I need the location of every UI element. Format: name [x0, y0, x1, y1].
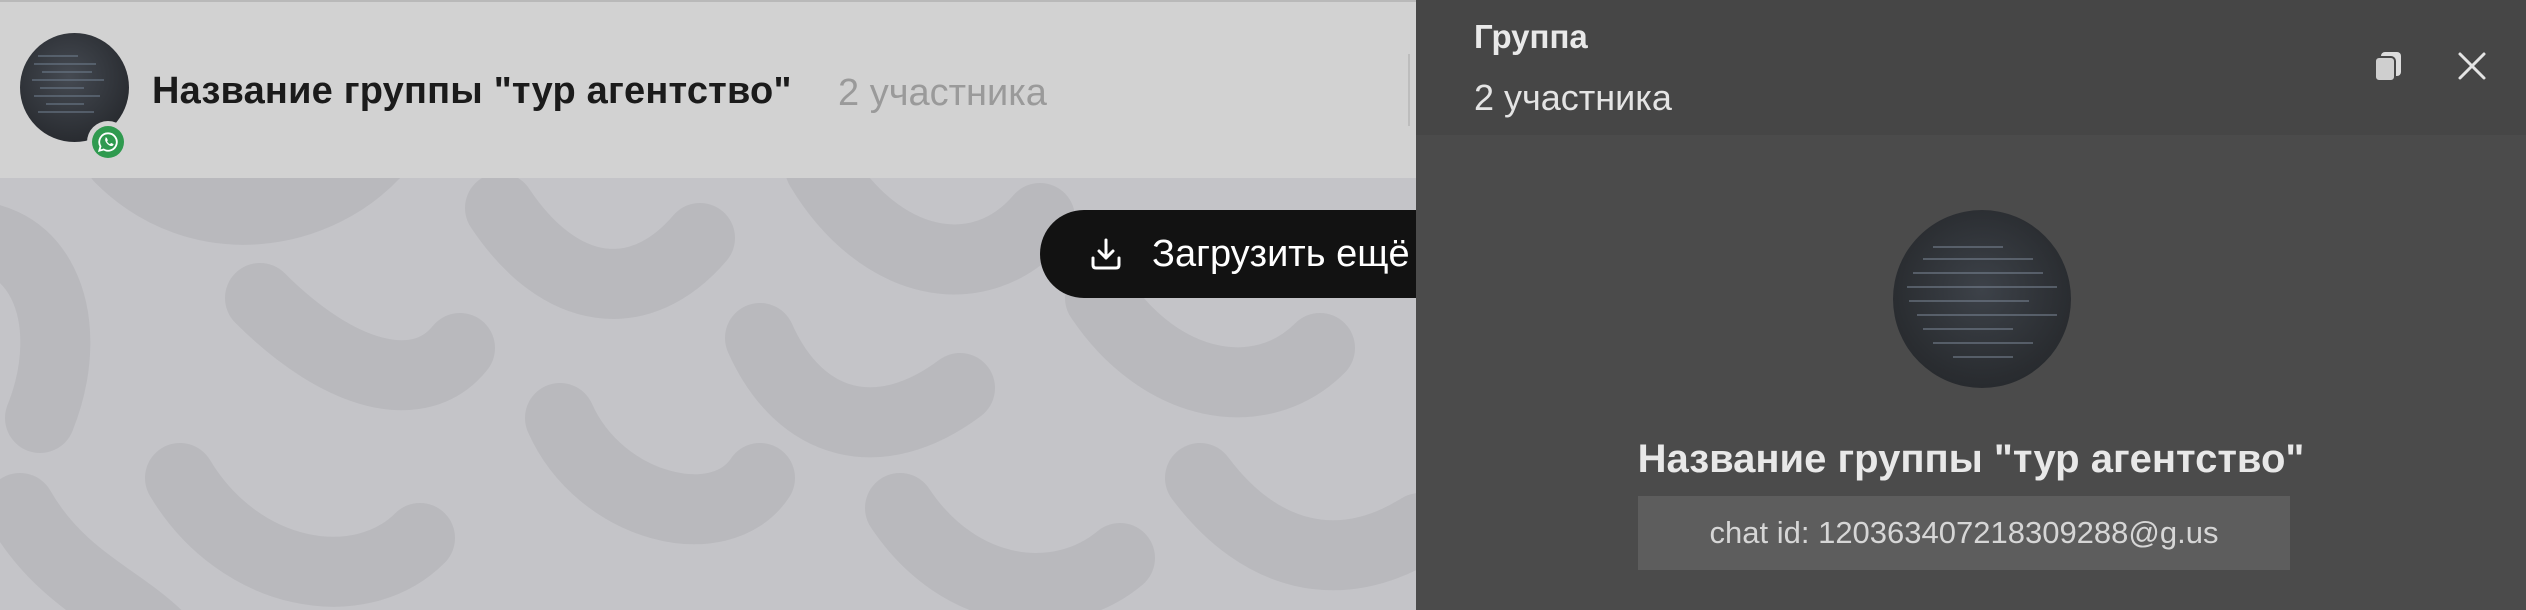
load-more-label: Загрузить ещё: [1152, 232, 1410, 275]
download-icon: [1086, 234, 1126, 274]
close-icon: [2455, 49, 2489, 88]
close-button[interactable]: [2450, 46, 2494, 90]
panel-header: Группа 2 участника: [1416, 0, 2526, 135]
group-info-panel: Группа 2 участника Название группы "тур …: [1416, 0, 2526, 610]
panel-title: Группа: [1474, 18, 1588, 55]
panel-participants-count: 2 участника: [1474, 77, 1672, 118]
whatsapp-icon: [87, 121, 129, 163]
chat-id-field[interactable]: chat id: 120363407218309288@g.us: [1638, 496, 2290, 570]
group-avatar: [1893, 210, 2071, 388]
load-more-button[interactable]: Загрузить ещё: [1040, 210, 1470, 298]
chat-title: Название группы "тур агентство": [152, 70, 792, 112]
chat-header: Название группы "тур агентство" 2 участн…: [0, 0, 1416, 178]
group-name: Название группы "тур агентство": [1637, 437, 2305, 481]
copy-icon: [2370, 48, 2406, 89]
copy-button[interactable]: [2368, 48, 2408, 88]
chat-participants-count: 2 участника: [838, 72, 1047, 114]
messenger-app: Название группы "тур агентство" 2 участн…: [0, 0, 2526, 610]
